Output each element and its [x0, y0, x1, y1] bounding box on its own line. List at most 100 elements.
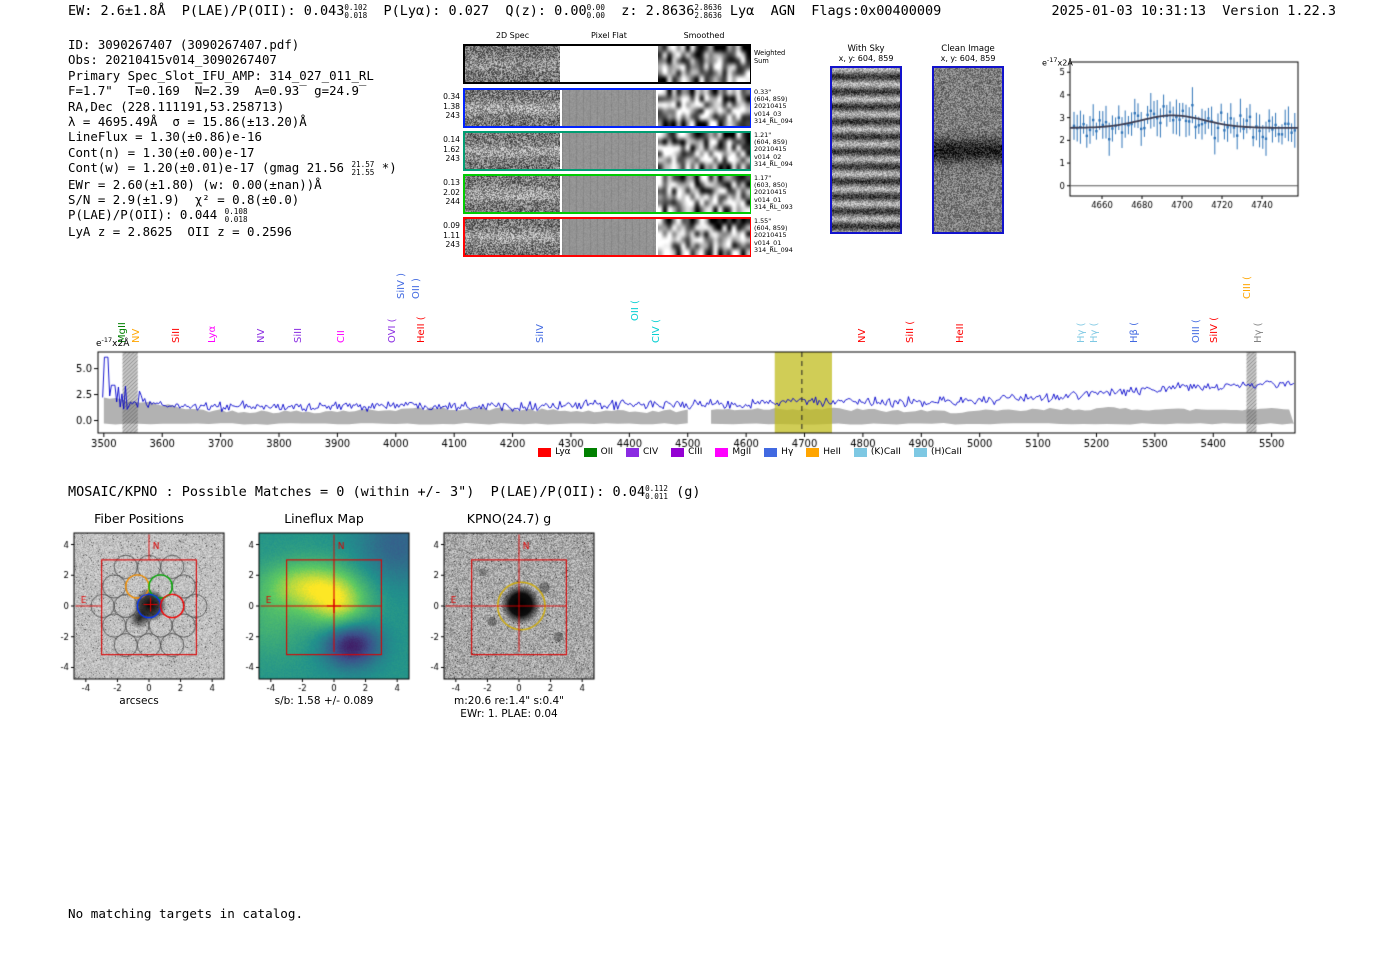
ylabel-suffix: x2Å	[1057, 58, 1073, 68]
weighted-sum-label-line: Sum	[754, 56, 769, 65]
smoothed-cutout	[658, 176, 750, 212]
with-sky-cutout	[830, 66, 902, 234]
detection-info-block: ID: 3090267407 (3090267407.pdf) Obs: 2021…	[68, 37, 397, 239]
emission-line-label: SiII (	[905, 320, 917, 343]
fiber-weight-value: 0.13	[443, 178, 460, 187]
fiber-weight-value: 243	[445, 154, 461, 164]
emission-line-label: Hγ (	[1075, 322, 1087, 343]
fiber-source-labels: 1.17" (603, 850) 20210415 v014_01 314_RL_093	[754, 174, 793, 211]
emission-line-label: Hγ (	[1089, 322, 1101, 343]
text-segment: Lyα AGN Flags:0x00400009	[721, 3, 942, 19]
legend-swatch	[671, 447, 685, 457]
fiber-weight-value: 0.34	[443, 92, 460, 101]
smoothed-cutout	[658, 133, 750, 169]
fiber-weight-value: 1.38	[443, 101, 460, 111]
emission-line-label: SiIV	[535, 324, 547, 343]
kpno-xlabel-2: EWr: 1. PLAE: 0.04	[460, 708, 558, 720]
lineflux-map-plot	[231, 527, 417, 697]
emission-line-label: CIV (	[650, 319, 662, 343]
legend-item: MgII	[715, 447, 751, 457]
legend-item: (K)CaII	[853, 447, 901, 457]
emission-line-label: OII )	[411, 278, 423, 299]
text-segment: MOSAIC/KPNO : Possible Matches = 0 (with…	[68, 484, 646, 500]
fiber-source-value: 314_RL_094	[754, 245, 793, 254]
emission-line-label: Hγ (	[1253, 322, 1265, 343]
super-sub-value: 0.102 0.018	[344, 2, 368, 20]
ylabel-exponent: -17	[1046, 56, 1058, 64]
legend-label: Lyα	[555, 447, 571, 457]
legend-swatch	[853, 447, 867, 457]
pixel-flat-cutout	[562, 46, 656, 82]
legend-label: Hγ	[781, 447, 794, 457]
text-segment: S/N = 2.9(±1.9) χ² = 0.8(±0.0)	[68, 192, 300, 208]
full-spectrum-plot	[55, 344, 1347, 460]
legend-swatch	[913, 447, 927, 457]
lineflux-map-xlabel: s/b: 1.58 +/- 0.089	[274, 695, 374, 707]
legend-label: CIV	[643, 447, 659, 457]
fiber-weight-value: 2.02	[443, 187, 460, 197]
emission-line-label: SiIV )	[395, 273, 407, 299]
emission-line-label: OIII (	[1190, 319, 1202, 343]
super-sub-value: 2.8636 2.8636	[694, 2, 722, 20]
emission-line-label: Hβ (	[1128, 322, 1140, 343]
kpno-plot	[416, 527, 602, 697]
legend-label: MgII	[732, 447, 752, 457]
clean-image-title: Clean Image	[941, 44, 995, 54]
legend-item: Hγ	[764, 447, 793, 457]
fiber-weight-labels: 0.13 2.02 244	[438, 178, 460, 207]
lineflux-map-title: Lineflux Map	[284, 511, 364, 526]
text-segment: P(Lyα): 0.027 Q(z): 0.00	[367, 3, 587, 19]
footer-line: No matching targets in catalog.	[68, 906, 304, 921]
kpno-title: KPNO(24.7) g	[466, 511, 552, 526]
elixer-detection-report: EW: 2.6±1.8Å P(LAE)/P(OII): 0.043 0.102 0.…	[0, 0, 1400, 953]
emission-line-label: OII (	[629, 300, 641, 321]
with-sky-title: With Sky	[847, 44, 885, 54]
spec2d-cutout	[465, 133, 560, 169]
info-line: RA,Dec (228.111191,53.258713)	[68, 99, 397, 114]
legend-item: CIII	[671, 447, 702, 457]
spectrum-legend: Lyα OII CIV CIII MgII Hγ HeII (K)CaII (H)CaII	[420, 447, 1080, 457]
legend-label: HeII	[823, 447, 841, 457]
fiber-source-value: 314_RL_094	[754, 116, 793, 125]
legend-swatch	[583, 447, 597, 457]
fiber-positions-plot	[46, 527, 232, 697]
fiber-source-labels: 0.33" (604, 859) 20210415 v014_03 314_RL_094	[754, 88, 793, 125]
text-segment: Cont(n) = 1.30(±0.00)e-17	[68, 144, 255, 160]
emission-line-label: Lyα	[207, 325, 219, 343]
legend-label: (H)CaII	[930, 447, 962, 457]
info-line: LyA z = 2.8625 OII z = 0.2596	[68, 224, 397, 239]
legend-item: CIV	[626, 447, 658, 457]
line-fit-inset-plot	[1036, 50, 1306, 220]
fiber-weight-value: 0.09	[443, 221, 460, 230]
text-segment: Obs: 20210415v014_3090267407	[68, 52, 277, 68]
emission-line-label: NV	[856, 328, 868, 343]
fiber-positions-title: Fiber Positions	[94, 511, 184, 526]
fiber-source-value: 314_RL_093	[754, 202, 793, 211]
mosaic-kpno-summary: MOSAIC/KPNO : Possible Matches = 0 (with…	[68, 484, 700, 500]
emission-line-label: HeII (	[416, 316, 428, 343]
pixel-flat-cutout	[562, 219, 656, 255]
smoothed-cutout	[658, 219, 750, 255]
kpno-xlabel: m:20.6 re:1.4" s:0.4"	[454, 695, 564, 707]
info-line: Cont(n) = 1.30(±0.00)e-17	[68, 145, 397, 160]
fiber-weight-value: 243	[445, 240, 461, 250]
spec2d-fiber-row	[463, 88, 751, 128]
legend-item: (H)CaII	[913, 447, 962, 457]
text-segment: LineFlux = 1.30(±0.86)e-16	[68, 129, 262, 145]
text-segment: λ = 4695.49Å σ = 15.86(±13.20)Å	[68, 114, 307, 130]
fiber-weight-value: 1.62	[443, 144, 460, 154]
text-segment: ID: 3090267407 (3090267407.pdf)	[68, 37, 300, 52]
fiber-weight-value: 244	[445, 197, 461, 207]
fiber-weight-labels: 0.34 1.38 243	[438, 92, 460, 121]
spec2d-cutout	[465, 90, 560, 126]
fiber-weight-labels: 0.14 1.62 243	[438, 135, 460, 164]
clean-image-cutout	[932, 66, 1004, 234]
spec2d-cutout	[465, 219, 560, 255]
emission-line-label: SiII	[170, 327, 182, 343]
legend-swatch	[538, 447, 552, 457]
fiber-source-value: 314_RL_094	[754, 159, 793, 168]
emission-line-label: OVI (	[386, 318, 398, 343]
text-segment: LyA z = 2.8625 OII z = 0.2596	[68, 223, 292, 239]
text-segment: P(LAE)/P(OII): 0.044	[68, 207, 225, 223]
legend-label: (K)CaII	[870, 447, 901, 457]
